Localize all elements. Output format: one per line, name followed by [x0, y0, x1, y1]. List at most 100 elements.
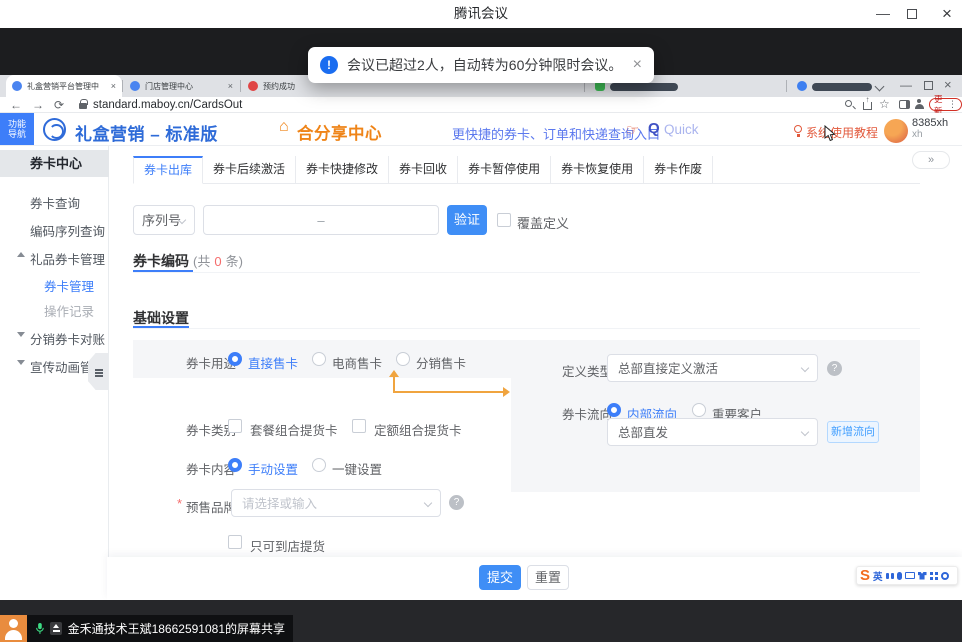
tab-close-icon[interactable]: ×	[228, 81, 233, 91]
nav-toggle-button[interactable]: 功能 导航	[0, 113, 34, 145]
field-select-value: 序列号	[142, 206, 181, 236]
verify-button[interactable]: 验证	[447, 205, 487, 235]
ime-toolbar[interactable]: S 英	[856, 566, 958, 585]
notification-close-icon[interactable]: ×	[633, 57, 642, 73]
tab-card-recycle[interactable]: 券卡回收	[389, 156, 458, 184]
sidebar-item-distribution-reconciliation[interactable]: 分销券卡对账	[30, 329, 105, 348]
browser-restore-icon[interactable]	[924, 81, 933, 90]
window-minimize-icon[interactable]: —	[872, 3, 894, 25]
brand-title: 礼盒营销 – 标准版	[75, 120, 218, 145]
skin-icon[interactable]	[918, 572, 927, 580]
sidebar-item-card-query[interactable]: 券卡查询	[30, 193, 80, 212]
help-icon[interactable]: ?	[827, 361, 842, 376]
microphone-icon[interactable]	[897, 572, 902, 580]
content-radio-manual[interactable]	[228, 458, 242, 472]
browser-minimize-icon[interactable]: —	[900, 78, 912, 92]
tab-title: 预约成功	[263, 81, 317, 92]
serial-range-input[interactable]	[203, 205, 439, 235]
workspace-tabs: 券卡出库 券卡后续激活 券卡快捷修改 券卡回收 券卡暂停使用 券卡恢复使用 券卡…	[133, 156, 713, 184]
field-select[interactable]: 序列号	[133, 205, 195, 235]
url-text[interactable]: standard.maboy.cn/CardsOut	[93, 99, 242, 111]
tab-card-outbound[interactable]: 券卡出库	[133, 156, 203, 184]
forward-icon[interactable]: →	[32, 98, 44, 112]
bookmark-star-icon[interactable]: ☆	[879, 97, 890, 111]
update-button[interactable]: 更新 ⋮	[929, 98, 962, 111]
reset-button[interactable]: 重置	[527, 565, 569, 590]
content-radio-onekey[interactable]	[312, 458, 326, 472]
window-maximize-icon[interactable]	[907, 9, 917, 19]
tab-suspend-use[interactable]: 券卡暂停使用	[458, 156, 551, 184]
flow-select[interactable]: 总部直发	[607, 418, 818, 446]
tab-followup-activation[interactable]: 券卡后续激活	[203, 156, 296, 184]
sidebar-item-code-sequence-query[interactable]: 编码序列查询	[30, 221, 105, 240]
lightbulb-icon	[794, 125, 802, 133]
user-name: 8385xh	[912, 117, 948, 129]
window-close-icon[interactable]: ×	[936, 2, 958, 26]
overwrite-checkbox[interactable]	[497, 213, 511, 227]
usage-radio-ecommerce[interactable]	[312, 352, 326, 366]
tab-card-void[interactable]: 券卡作废	[644, 156, 713, 184]
usage-option-distribution[interactable]: 分销售卡	[416, 353, 466, 372]
quick-search-label[interactable]: Quick	[664, 122, 699, 137]
category-checkbox-package[interactable]	[228, 419, 242, 433]
caret-down-icon[interactable]	[17, 332, 25, 337]
side-panel-icon[interactable]	[899, 100, 910, 109]
store-only-label[interactable]: 只可到店提货	[250, 536, 325, 555]
back-icon[interactable]: ←	[10, 98, 22, 112]
brand-select[interactable]: 请选择或输入	[231, 489, 441, 517]
usage-radio-distribution[interactable]	[396, 352, 410, 366]
mouse-cursor-icon	[824, 125, 836, 142]
toolbox-icon[interactable]	[930, 572, 933, 575]
info-icon: !	[320, 56, 338, 74]
content-option-onekey[interactable]: 一键设置	[332, 459, 382, 478]
category-checkbox-fixed[interactable]	[352, 419, 366, 433]
sharer-avatar-icon	[0, 615, 27, 642]
user-avatar[interactable]	[884, 119, 908, 143]
help-icon[interactable]: ?	[449, 495, 464, 510]
flow-radio-internal[interactable]	[607, 403, 621, 417]
lock-icon[interactable]	[79, 103, 87, 109]
usage-radio-direct[interactable]	[228, 352, 242, 366]
share-icon[interactable]	[863, 102, 872, 110]
store-only-checkbox[interactable]	[228, 535, 242, 549]
tab-title: 门店管理中心	[145, 81, 217, 92]
define-type-select[interactable]: 总部直接定义激活	[607, 354, 818, 382]
gear-icon[interactable]	[941, 572, 949, 580]
flow-radio-vip[interactable]	[692, 403, 706, 417]
ime-mode-label[interactable]: 英	[873, 569, 883, 583]
keyboard-icon[interactable]	[905, 572, 915, 579]
sidebar-item-gift-card-management[interactable]: 礼品券卡管理	[30, 249, 105, 268]
search-q-icon[interactable]: Q	[648, 120, 660, 137]
tab-resume-use[interactable]: 券卡恢复使用	[551, 156, 644, 184]
browser-tab-2[interactable]: 门店管理中心 ×	[124, 75, 239, 97]
meeting-title: 腾讯会议	[0, 0, 962, 28]
caret-down-icon[interactable]	[17, 360, 25, 365]
browser-tab-1[interactable]: 礼盒营销平台管理中心 ×	[6, 75, 122, 97]
sidebar-item-operation-log[interactable]: 操作记录	[44, 301, 94, 320]
content-option-manual[interactable]: 手动设置	[248, 459, 298, 478]
profile-icon[interactable]	[914, 99, 924, 109]
share-center-link[interactable]: 合分享中心	[297, 120, 382, 144]
ime-punctuation-icon[interactable]	[886, 573, 889, 579]
screen-share-icon	[50, 622, 62, 635]
submit-button[interactable]: 提交	[479, 565, 521, 590]
tab-quick-modify[interactable]: 券卡快捷修改	[296, 156, 389, 184]
refresh-icon[interactable]: ⟳	[54, 98, 64, 112]
usage-option-direct[interactable]: 直接售卡	[248, 353, 298, 372]
tab-close-icon[interactable]: ×	[111, 81, 116, 91]
basic-section-title-row: 基础设置	[133, 308, 189, 328]
zoom-icon[interactable]	[845, 100, 852, 107]
sidebar-collapse-handle[interactable]	[88, 353, 108, 390]
chevron-down-icon	[424, 499, 432, 507]
browser-close-icon[interactable]: ×	[944, 77, 952, 92]
category-option-fixed[interactable]: 定额组合提货卡	[374, 420, 462, 439]
tab-separator	[786, 80, 787, 92]
add-flow-button[interactable]: 新增流向	[827, 421, 879, 443]
caret-up-icon[interactable]	[17, 252, 25, 257]
usage-option-ecommerce[interactable]: 电商售卡	[332, 353, 382, 372]
menu-dots-icon[interactable]: ⋮	[948, 99, 957, 110]
tutorial-link[interactable]: 系统使用教程	[806, 124, 878, 141]
sidebar-item-card-management[interactable]: 券卡管理	[44, 276, 94, 295]
category-option-package[interactable]: 套餐组合提货卡	[250, 420, 338, 439]
expand-more-button[interactable]: »	[912, 151, 950, 169]
